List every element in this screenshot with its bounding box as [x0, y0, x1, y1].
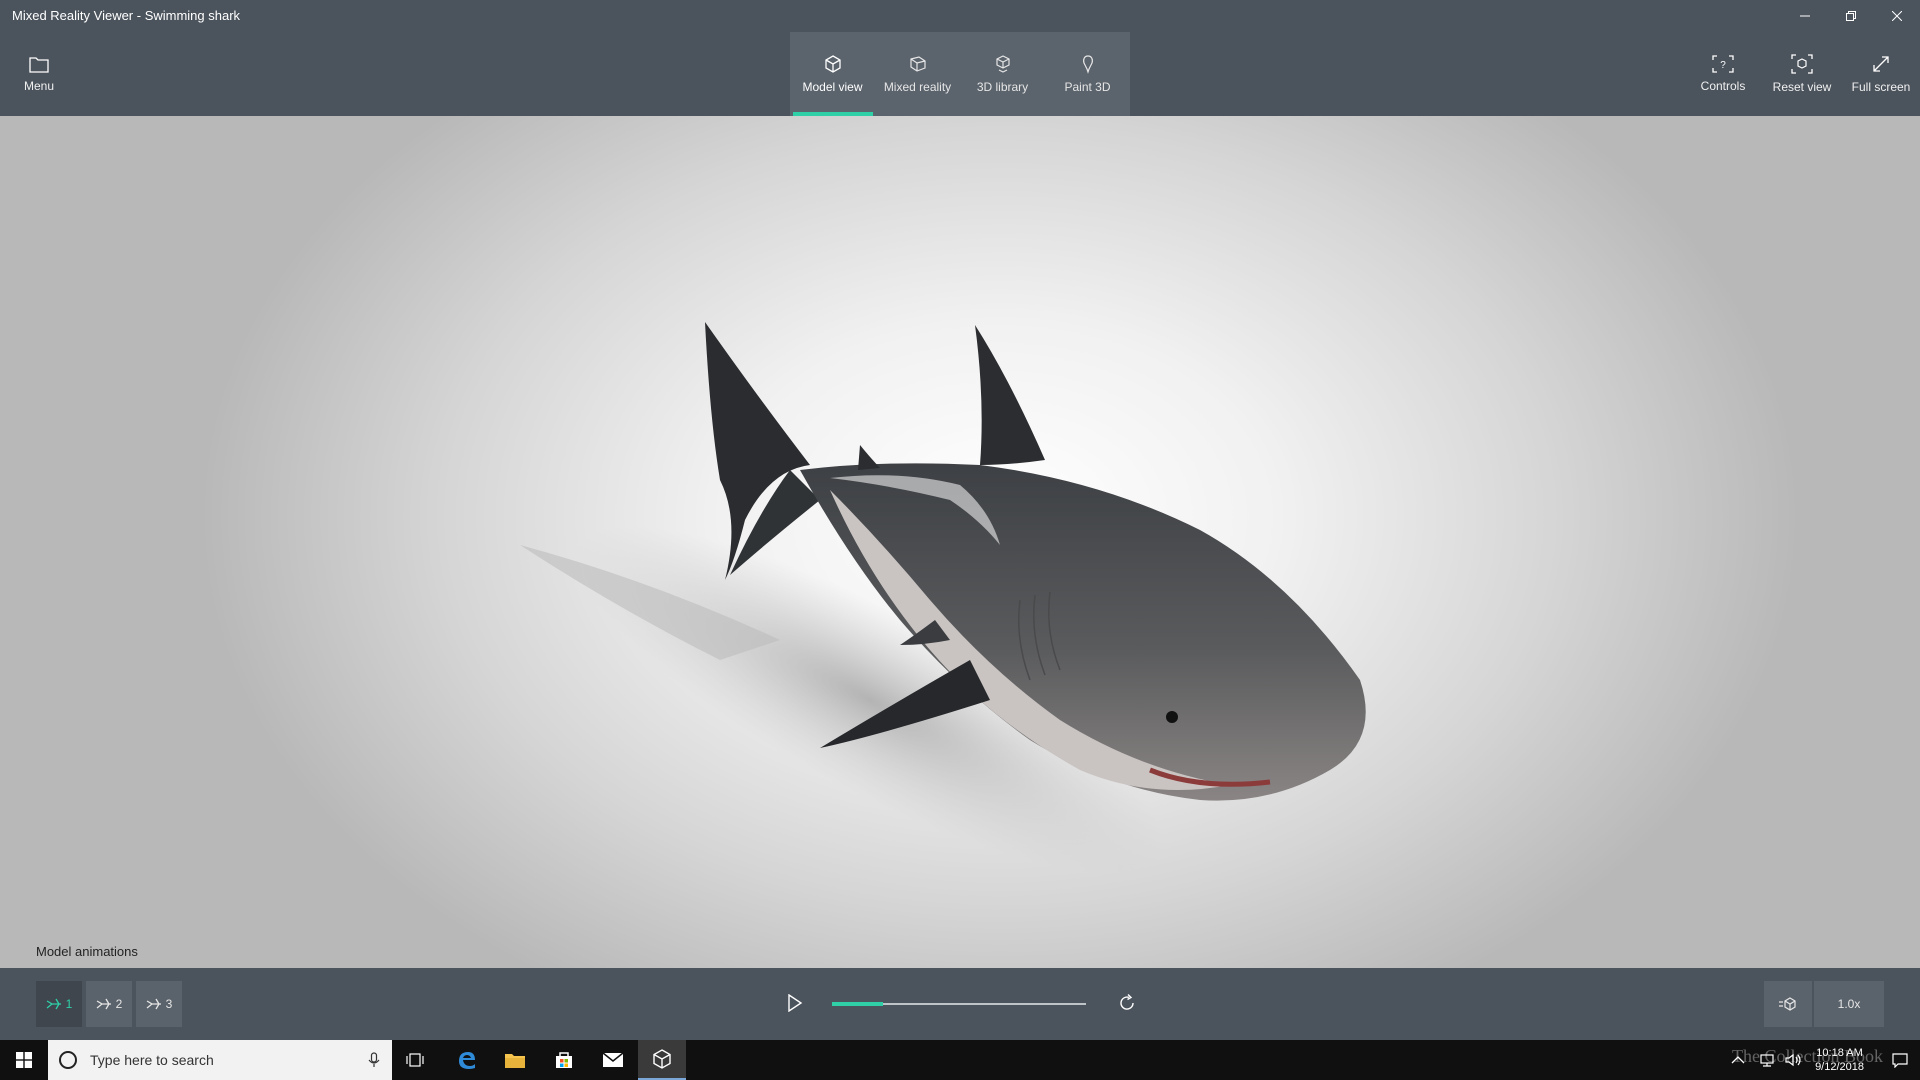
- animation-number: 3: [165, 997, 173, 1011]
- cube-icon: [824, 55, 841, 73]
- shark-model: [520, 322, 1366, 875]
- animation-timeline[interactable]: [832, 1002, 1086, 1006]
- library-icon: [995, 55, 1010, 73]
- cube-icon: [653, 1049, 671, 1069]
- animation-icon: [96, 998, 111, 1010]
- animation-mode-button[interactable]: [1764, 981, 1812, 1027]
- notifications-icon[interactable]: [1892, 1052, 1908, 1068]
- restore-icon: [1846, 11, 1856, 21]
- shark-second-dorsal: [858, 445, 880, 470]
- minimize-button[interactable]: [1782, 0, 1828, 32]
- title-bar: Mixed Reality Viewer - Swimming shark: [0, 0, 1920, 32]
- full-screen-button[interactable]: Full screen: [1850, 32, 1912, 116]
- tab-label: 3D library: [976, 80, 1029, 94]
- window-controls: [1782, 0, 1920, 32]
- play-button[interactable]: [780, 988, 810, 1018]
- tab-mixed-reality[interactable]: Mixed reality: [875, 32, 960, 116]
- mixed-reality-viewer-taskbar-button[interactable]: [638, 1040, 686, 1080]
- timeline-progress: [832, 1002, 883, 1006]
- reset-view-button[interactable]: Reset view: [1770, 32, 1834, 116]
- windows-icon: [16, 1052, 32, 1068]
- model-viewport[interactable]: [0, 116, 1920, 968]
- menu-button[interactable]: Menu: [14, 32, 64, 116]
- fullscreen-icon: [1873, 56, 1889, 72]
- microphone-icon[interactable]: [368, 1052, 380, 1068]
- close-icon: [1892, 11, 1902, 21]
- reset-view-label: Reset view: [1772, 80, 1832, 94]
- svg-text:?: ?: [1720, 60, 1726, 71]
- search-placeholder: Type here to search: [90, 1052, 214, 1068]
- full-screen-label: Full screen: [1851, 80, 1911, 94]
- task-view-button[interactable]: [392, 1040, 440, 1080]
- toolbar: Menu Model view Mixed reality 3D library…: [0, 32, 1920, 116]
- window-title: Mixed Reality Viewer - Swimming shark: [12, 8, 241, 23]
- reset-view-icon: [1791, 54, 1813, 74]
- tab-model-view[interactable]: Model view: [790, 32, 875, 116]
- cortana-icon: [59, 1051, 77, 1069]
- animation-bar: 1 2 3 1.0x: [0, 968, 1920, 1040]
- animation-icon: [146, 998, 161, 1010]
- animation-2-button[interactable]: 2: [86, 981, 132, 1027]
- shark-eye: [1166, 711, 1178, 723]
- watermark: The Collection Book: [1732, 1046, 1883, 1066]
- speed-button[interactable]: 1.0x: [1814, 981, 1884, 1027]
- tab-paint-3d[interactable]: Paint 3D: [1045, 32, 1130, 116]
- start-button[interactable]: [0, 1040, 48, 1080]
- edge-button[interactable]: [443, 1040, 491, 1080]
- animation-icon: [46, 998, 61, 1010]
- store-icon: [556, 1052, 572, 1068]
- animation-number: 2: [115, 997, 123, 1011]
- tab-label: Mixed reality: [883, 80, 952, 94]
- tab-3d-library[interactable]: 3D library: [960, 32, 1045, 116]
- tab-label: Model view: [802, 80, 863, 94]
- folder-icon: [505, 1054, 525, 1068]
- paint3d-icon: [1082, 55, 1093, 74]
- controls-icon: ?: [1712, 55, 1734, 73]
- replay-button[interactable]: [1112, 988, 1142, 1018]
- replay-icon: [1120, 994, 1134, 1010]
- store-button[interactable]: [540, 1040, 588, 1080]
- controls-button[interactable]: ? Controls: [1695, 32, 1751, 116]
- taskbar: Type here to search 10:18 AM 9/12/2018: [0, 1040, 1920, 1080]
- taskbar-search[interactable]: Type here to search: [48, 1040, 392, 1080]
- model-animations-label: Model animations: [36, 944, 138, 959]
- animation-3-button[interactable]: 3: [136, 981, 182, 1027]
- mail-button[interactable]: [589, 1040, 637, 1080]
- menu-label: Menu: [23, 79, 55, 93]
- task-view-icon: [406, 1053, 424, 1067]
- restore-button[interactable]: [1828, 0, 1874, 32]
- edge-icon: [459, 1052, 475, 1069]
- play-icon: [788, 994, 803, 1012]
- close-button[interactable]: [1874, 0, 1920, 32]
- file-explorer-button[interactable]: [491, 1040, 539, 1080]
- animation-1-button[interactable]: 1: [36, 981, 82, 1027]
- model-animation-icon: [1779, 997, 1796, 1011]
- folder-icon: [29, 57, 49, 73]
- shark-dorsal-fin: [975, 325, 1045, 465]
- controls-label: Controls: [1700, 79, 1746, 93]
- speed-value: 1.0x: [1837, 997, 1861, 1011]
- mixed-reality-icon: [909, 56, 926, 72]
- view-tabs: Model view Mixed reality 3D library Pain…: [790, 32, 1130, 116]
- mail-icon: [602, 1052, 624, 1067]
- minimize-icon: [1800, 15, 1810, 17]
- animation-number: 1: [65, 997, 73, 1011]
- tab-label: Paint 3D: [1064, 80, 1111, 94]
